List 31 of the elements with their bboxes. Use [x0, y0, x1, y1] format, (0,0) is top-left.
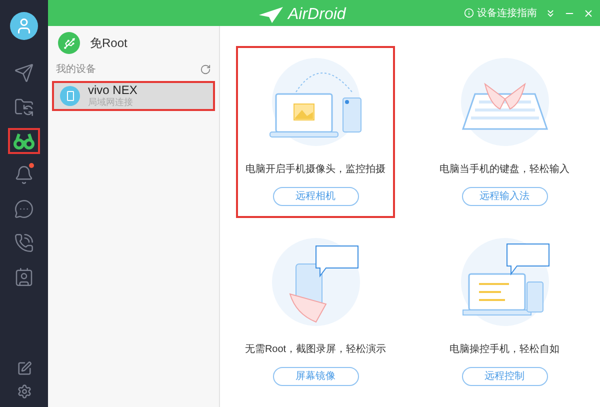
- feature-description: 电脑开启手机摄像头，监控拍摄: [246, 162, 386, 177]
- device-name: vivo NEX: [88, 84, 138, 96]
- binoculars-icon: [13, 132, 35, 150]
- info-icon: [464, 8, 474, 18]
- feature-description: 电脑操控手机，轻松自如: [450, 342, 560, 356]
- feature-description: 无需Root，截图录屏，轻松演示: [244, 342, 386, 356]
- nav-button[interactable]: [8, 128, 40, 154]
- refresh-icon[interactable]: [200, 64, 211, 75]
- close-icon[interactable]: [583, 8, 594, 18]
- phone-icon: [60, 86, 80, 106]
- contacts-icon: [14, 267, 34, 287]
- feature-button[interactable]: 远程相机: [272, 187, 358, 206]
- guide-link[interactable]: 设备连接指南: [477, 6, 537, 20]
- edit-icon[interactable]: [16, 361, 32, 376]
- section-label: 我的设备: [56, 62, 96, 77]
- usb-icon: [58, 32, 80, 54]
- feature-description: 电脑当手机的键盘，轻松输入: [440, 162, 570, 177]
- no-root-label[interactable]: 免Root: [90, 34, 128, 52]
- feature-button[interactable]: 远程输入法: [462, 187, 548, 206]
- app-logo: AirDroid: [288, 5, 346, 25]
- paper-plane-logo-icon: [258, 6, 284, 24]
- send-icon: [14, 63, 34, 83]
- feature-button[interactable]: 远程控制: [462, 366, 548, 386]
- collapse-icon[interactable]: [545, 8, 556, 18]
- bell-icon: [14, 165, 34, 185]
- folder-icon: [14, 97, 34, 117]
- settings-icon[interactable]: [16, 384, 32, 399]
- feature-button[interactable]: 屏幕镜像: [272, 366, 358, 386]
- phone-icon: [14, 233, 34, 253]
- chat-icon: [14, 199, 34, 219]
- avatar[interactable]: [10, 12, 38, 40]
